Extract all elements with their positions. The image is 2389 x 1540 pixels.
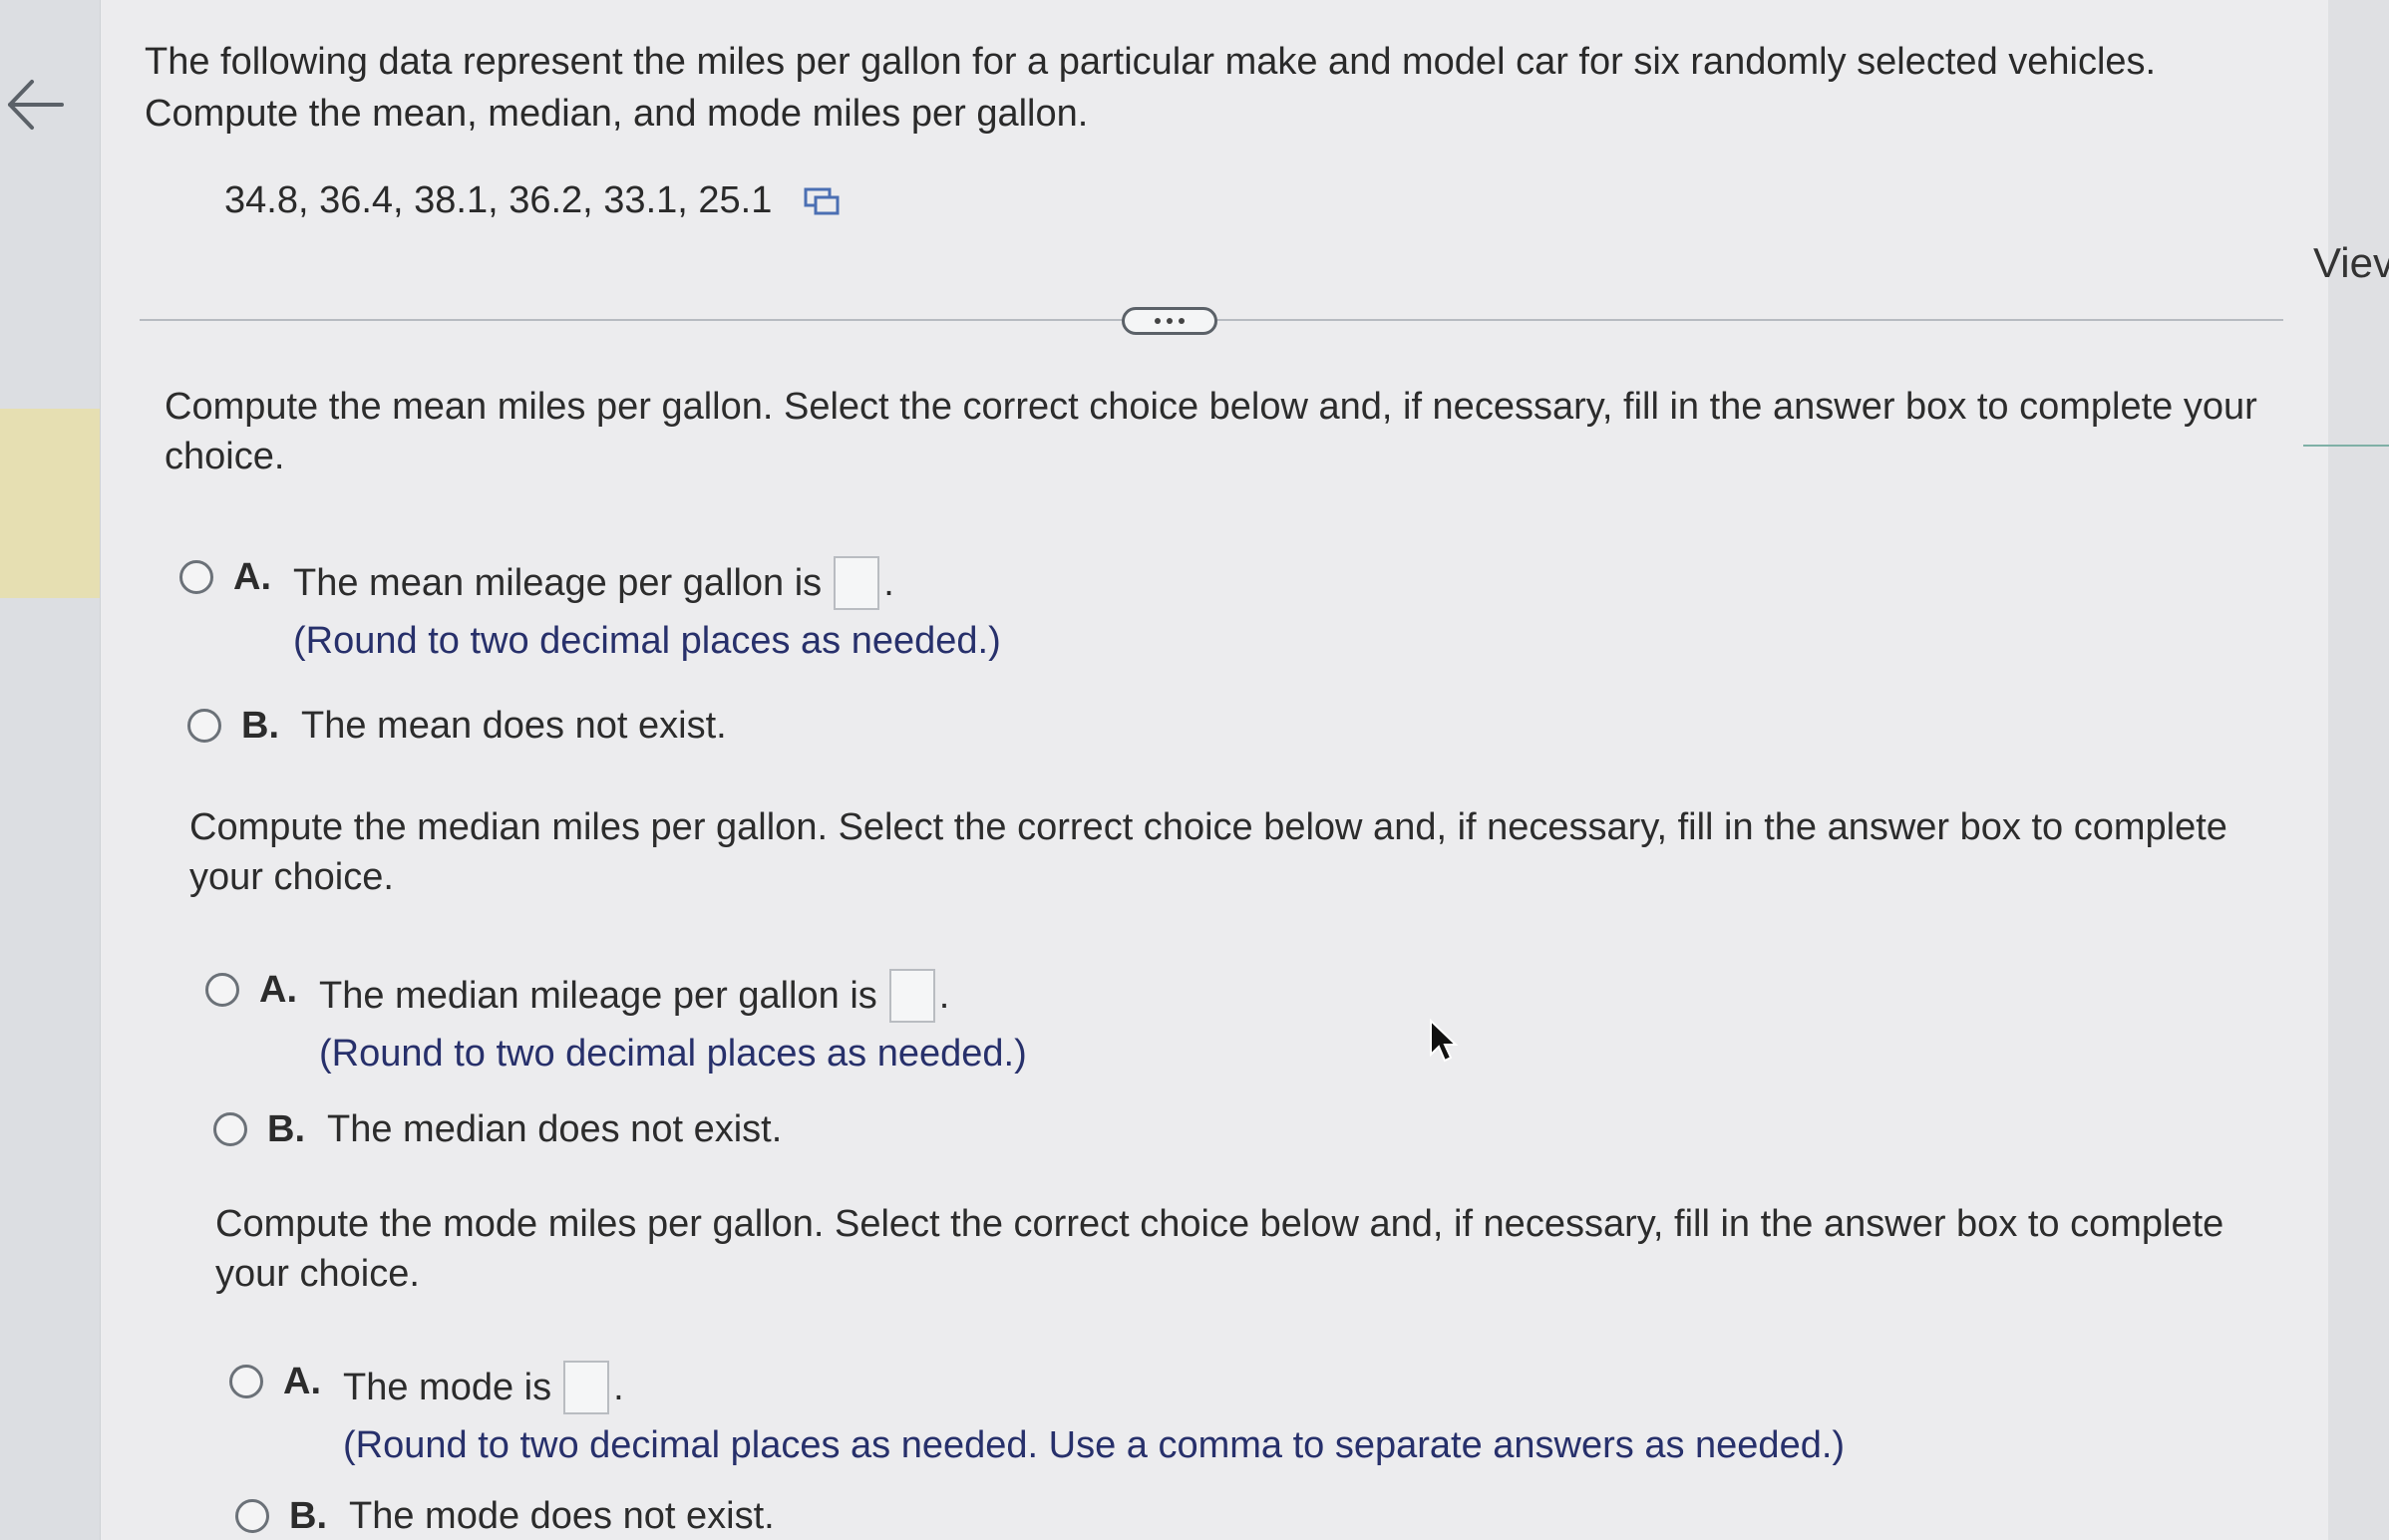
- problem-prompt: The following data represent the miles p…: [145, 36, 2288, 140]
- choice-letter: B.: [267, 1108, 305, 1150]
- choice-letter: A.: [259, 969, 297, 1011]
- choice-text: The mean does not exist.: [301, 705, 727, 747]
- right-panel-rule: [2303, 445, 2389, 447]
- view-label[interactable]: Viev: [2313, 239, 2389, 287]
- mean-choice-a[interactable]: A. The mean mileage per gallon is . (Rou…: [179, 556, 1001, 663]
- period: .: [613, 1366, 624, 1408]
- mouse-pointer-icon: [1430, 1019, 1459, 1063]
- mode-choice-b[interactable]: B. The mode does not exist.: [235, 1495, 775, 1538]
- mode-choice-b-radio[interactable]: [235, 1499, 269, 1533]
- choice-text: The mode is: [343, 1366, 552, 1408]
- mean-choice-a-radio[interactable]: [179, 560, 213, 594]
- data-values: 34.8, 36.4, 38.1, 36.2, 33.1, 25.1: [224, 179, 773, 221]
- median-choice-a[interactable]: A. The median mileage per gallon is . (R…: [205, 969, 1027, 1076]
- choice-letter: A.: [283, 1361, 321, 1402]
- choice-text: The median does not exist.: [327, 1108, 783, 1150]
- data-values-row: 34.8, 36.4, 38.1, 36.2, 33.1, 25.1: [224, 179, 840, 222]
- median-question: Compute the median miles per gallon. Sel…: [189, 806, 2227, 898]
- median-answer-box[interactable]: [888, 969, 935, 1023]
- mode-choice-a-radio[interactable]: [229, 1365, 263, 1398]
- median-choice-b[interactable]: B. The median does not exist.: [213, 1108, 782, 1151]
- rounding-hint: (Round to two decimal places as needed. …: [343, 1424, 1846, 1466]
- choice-text: The mean mileage per gallon is: [293, 561, 823, 604]
- choice-letter: B.: [289, 1495, 327, 1537]
- dot: [1179, 318, 1185, 324]
- median-choice-a-radio[interactable]: [205, 973, 239, 1007]
- period: .: [938, 974, 950, 1017]
- arrow-left-icon[interactable]: [2, 72, 68, 138]
- dot: [1167, 318, 1173, 324]
- mean-question: Compute the mean miles per gallon. Selec…: [165, 386, 2257, 477]
- choice-text: The mode does not exist.: [349, 1495, 775, 1537]
- left-gutter: [0, 0, 100, 1540]
- mode-question: Compute the mode miles per gallon. Selec…: [215, 1203, 2224, 1295]
- choice-letter: B.: [241, 705, 279, 747]
- question-panel: [100, 0, 2330, 1540]
- choice-text: The median mileage per gallon is: [319, 974, 877, 1017]
- right-panel: [2328, 0, 2389, 1540]
- mean-choice-b[interactable]: B. The mean does not exist.: [187, 705, 727, 748]
- mean-answer-box[interactable]: [834, 556, 880, 610]
- rounding-hint: (Round to two decimal places as needed.): [293, 620, 1001, 662]
- prompt-line-2: Compute the mean, median, and mode miles…: [145, 93, 1089, 135]
- mean-choice-b-radio[interactable]: [187, 709, 221, 743]
- choice-letter: A.: [233, 556, 271, 598]
- mode-choice-a[interactable]: A. The mode is . (Round to two decimal p…: [229, 1361, 1845, 1467]
- period: .: [883, 561, 894, 604]
- prompt-line-1: The following data represent the miles p…: [145, 41, 2157, 83]
- copy-icon[interactable]: [804, 186, 840, 216]
- median-choice-b-radio[interactable]: [213, 1112, 247, 1146]
- ellipsis-icon[interactable]: [1122, 307, 1217, 335]
- dot: [1155, 318, 1161, 324]
- rounding-hint: (Round to two decimal places as needed.): [319, 1033, 1027, 1075]
- mode-answer-box[interactable]: [563, 1361, 610, 1414]
